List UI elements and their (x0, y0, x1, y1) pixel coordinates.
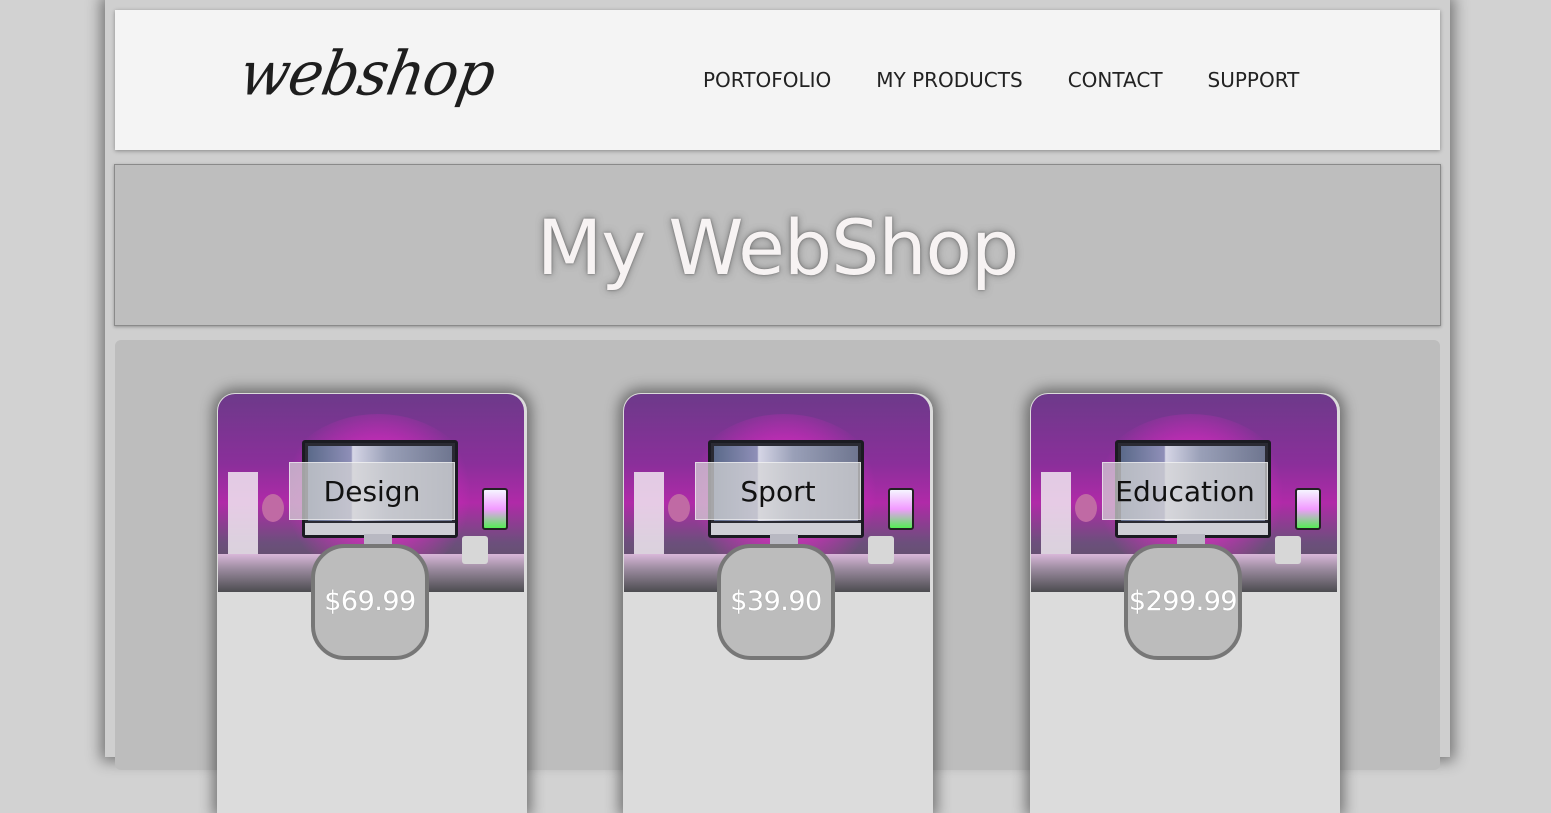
mug-shape (1275, 536, 1301, 564)
product-category-label: Education (1102, 462, 1268, 520)
site-header: webshop PORTOFOLIO MY PRODUCTS CONTACT S… (115, 10, 1440, 150)
lamp-shape (1041, 472, 1071, 558)
product-category-label: Design (289, 462, 455, 520)
nav-link-portofolio[interactable]: PORTOFOLIO (703, 68, 831, 92)
nav-link-support[interactable]: SUPPORT (1208, 68, 1300, 92)
product-price-badge[interactable]: $299.99 (1124, 544, 1242, 660)
mug-shape (868, 536, 894, 564)
product-price-badge[interactable]: $39.90 (717, 544, 835, 660)
product-price-badge[interactable]: $69.99 (311, 544, 429, 660)
product-card-sport[interactable]: Sport $39.90 (623, 393, 933, 813)
nav-link-my-products[interactable]: MY PRODUCTS (876, 68, 1022, 92)
lamp-shape (228, 472, 258, 558)
products-section: Design $69.99 Sport $39.90 Education $29… (115, 340, 1440, 813)
product-card-design[interactable]: Design $69.99 (217, 393, 527, 813)
product-category-label: Sport (695, 462, 861, 520)
nav-link-contact[interactable]: CONTACT (1068, 68, 1163, 92)
plant-shape (1075, 494, 1097, 522)
site-logo[interactable]: webshop (234, 38, 500, 109)
phone-shape (1295, 488, 1321, 530)
hero-banner: My WebShop (114, 164, 1441, 326)
plant-shape (668, 494, 690, 522)
page-container: webshop PORTOFOLIO MY PRODUCTS CONTACT S… (105, 0, 1450, 813)
phone-shape (482, 488, 508, 530)
main-nav: PORTOFOLIO MY PRODUCTS CONTACT SUPPORT (703, 68, 1344, 92)
phone-shape (888, 488, 914, 530)
hero-title: My WebShop (536, 203, 1020, 292)
lamp-shape (634, 472, 664, 558)
mug-shape (462, 536, 488, 564)
plant-shape (262, 494, 284, 522)
product-card-education[interactable]: Education $299.99 (1030, 393, 1340, 813)
